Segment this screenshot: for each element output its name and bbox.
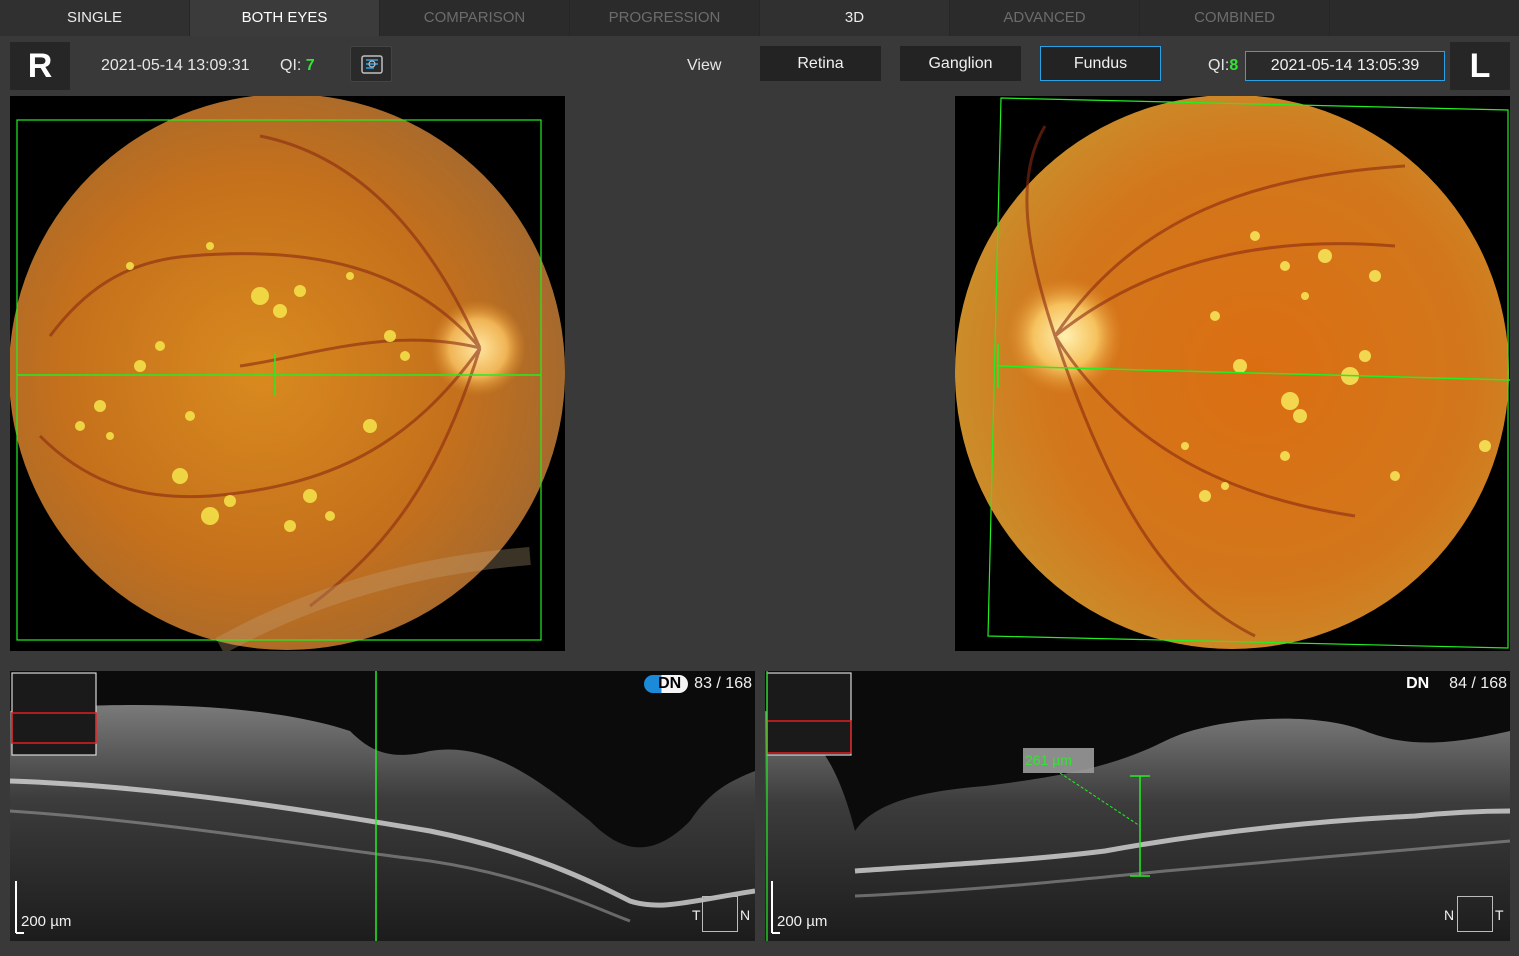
right-oct-scale-label: 200 µm <box>21 913 71 930</box>
right-eye-datetime: 2021-05-14 13:09:31 <box>101 55 250 77</box>
right-qi-value: 7 <box>306 57 315 74</box>
measurement-value: 261 µm <box>1025 752 1072 768</box>
right-slice-counter: 83 / 168 <box>694 675 752 693</box>
left-oct-thumbnail[interactable] <box>767 673 851 755</box>
view-ganglion-button[interactable]: Ganglion <box>900 46 1021 81</box>
view-label: View <box>687 55 721 77</box>
right-oct-drawing <box>10 671 755 941</box>
right-orient-right: N <box>740 907 750 923</box>
right-eye-qi: QI: 7 <box>280 55 315 77</box>
left-oct-scale-label: 200 µm <box>777 913 827 930</box>
tab-bar-filler <box>1330 0 1519 36</box>
left-eye-fundus-image[interactable] <box>955 96 1510 651</box>
tab-combined[interactable]: COMBINED <box>1140 0 1330 36</box>
tab-bar: SINGLE BOTH EYES COMPARISON PROGRESSION … <box>0 0 1519 36</box>
tab-both-eyes[interactable]: BOTH EYES <box>190 0 380 36</box>
right-qi-label: QI: <box>280 57 301 74</box>
left-orient-right: T <box>1495 907 1504 923</box>
left-dn-toggle[interactable]: DN <box>1406 675 1443 693</box>
view-retina-button[interactable]: Retina <box>760 46 881 81</box>
export-icon <box>351 47 393 83</box>
left-qi-value: 8 <box>1229 57 1238 74</box>
right-eye-fundus-image[interactable] <box>10 96 565 651</box>
left-fundus-drawing <box>955 96 1510 651</box>
tab-3d[interactable]: 3D <box>760 0 950 36</box>
export-button[interactable] <box>350 46 392 82</box>
right-fundus-drawing <box>10 96 565 651</box>
left-oct-drawing <box>765 671 1510 941</box>
tab-progression[interactable]: PROGRESSION <box>570 0 760 36</box>
left-eye-qi: QI:8 <box>1208 55 1238 77</box>
left-slice-counter: 84 / 168 <box>1449 675 1507 693</box>
tab-advanced[interactable]: ADVANCED <box>950 0 1140 36</box>
left-oct-slice-info: DN 84 / 168 <box>1406 674 1507 694</box>
right-orient-arrow-icon <box>702 896 738 932</box>
left-eye-datetime-select[interactable]: 2021-05-14 13:05:39 <box>1245 51 1445 81</box>
right-dn-toggle[interactable]: DN <box>644 675 688 693</box>
right-oct-slice-info: DN 83 / 168 <box>644 674 752 694</box>
right-eye-badge: R <box>10 42 70 90</box>
right-orient-left: T <box>692 907 701 923</box>
left-eye-oct-bscan[interactable]: 261 µm DN 84 / 168 200 µm N T <box>765 671 1510 941</box>
left-orient-left: N <box>1444 907 1454 923</box>
left-orient-arrow-icon <box>1457 896 1493 932</box>
left-qi-label: QI: <box>1208 57 1229 74</box>
right-eye-oct-bscan[interactable]: DN 83 / 168 200 µm T N <box>10 671 755 941</box>
view-fundus-button[interactable]: Fundus <box>1040 46 1161 81</box>
tab-comparison[interactable]: COMPARISON <box>380 0 570 36</box>
tab-single[interactable]: SINGLE <box>0 0 190 36</box>
left-eye-badge: L <box>1450 42 1510 90</box>
